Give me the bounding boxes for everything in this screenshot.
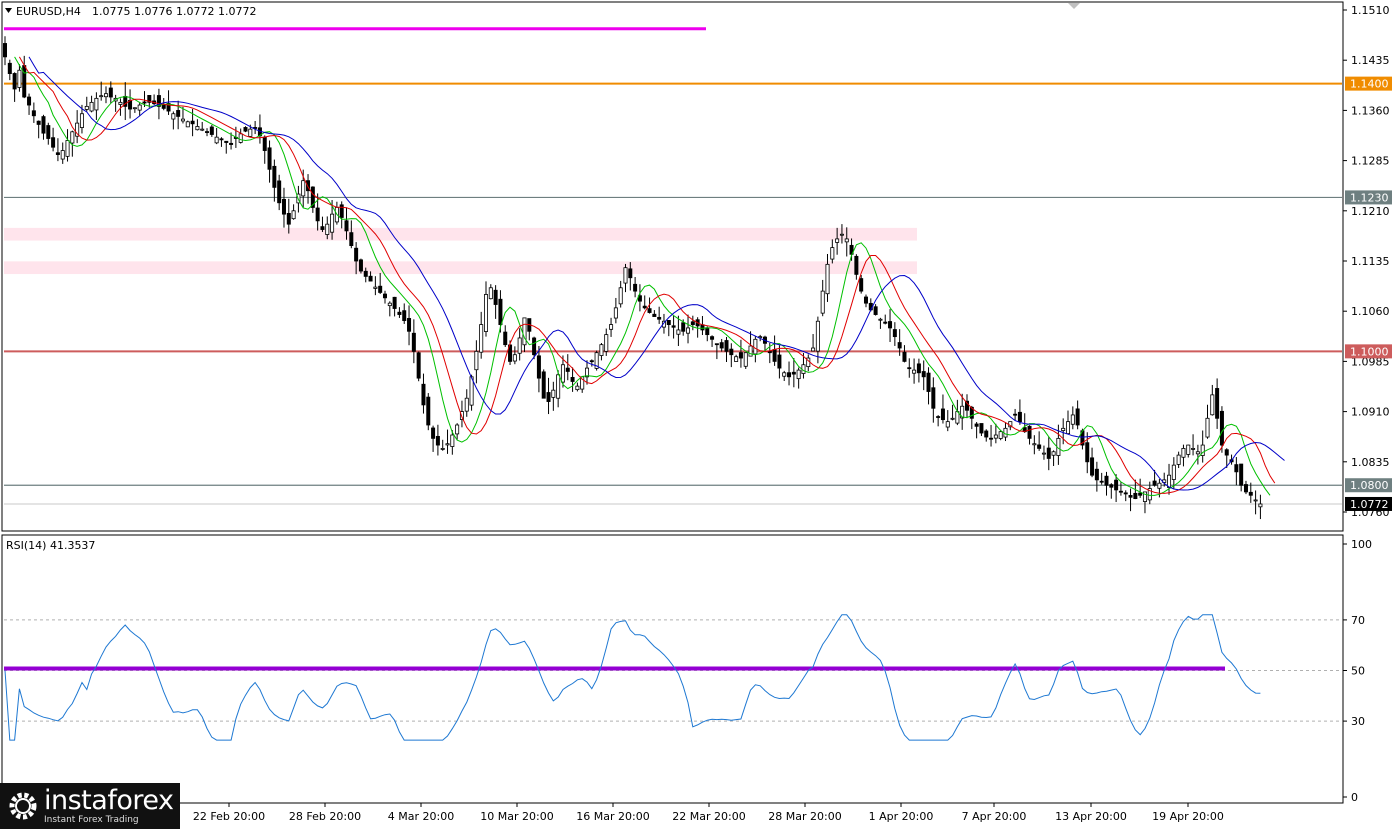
rsi-tick-label: 70 <box>1351 614 1365 627</box>
rsi-tick-label: 0 <box>1351 791 1358 804</box>
candle <box>185 120 190 128</box>
time-tick-label: 28 Feb 20:00 <box>289 810 361 823</box>
candle <box>594 350 599 371</box>
time-tick-label: 1 Apr 20:00 <box>869 810 934 823</box>
rsi-header: RSI(14) 41.3537 <box>6 539 95 552</box>
time-tick-label: 4 Mar 20:00 <box>388 810 454 823</box>
rsi-tick-label: 50 <box>1351 665 1365 678</box>
trading-chart[interactable]: 1.1510 1.1435 1.1360 1.1285 1.1210 1.1135 1.10… <box>0 0 1393 829</box>
price-tick-label: 1.1435 <box>1351 54 1390 67</box>
gear-logo-icon <box>9 792 37 820</box>
time-tick-label: 10 Mar 20:00 <box>480 810 553 823</box>
candle <box>743 352 748 369</box>
level-tag-label: 1.0800 <box>1350 479 1389 492</box>
time-tick-label: 7 Apr 20:00 <box>962 810 1027 823</box>
symbol-label: EURUSD,H4 <box>16 5 81 18</box>
current-price-label: 1.0772 <box>1350 498 1389 511</box>
rsi-tick-label: 100 <box>1351 538 1372 551</box>
logo-tagline: Instant Forex Trading <box>44 815 139 825</box>
price-tick-label: 1.1285 <box>1351 155 1390 168</box>
time-tick-label: 28 Mar 20:00 <box>768 810 841 823</box>
instaforex-logo: instaforex Instant Forex Trading <box>0 783 180 829</box>
price-tick-label: 1.1360 <box>1351 104 1390 117</box>
candle <box>541 369 546 399</box>
logo-brand: instaforex <box>44 785 174 816</box>
time-tick-label: 19 Apr 20:00 <box>1152 810 1224 823</box>
ohlc-label: 1.0775 1.0776 1.0772 1.0772 <box>92 5 256 18</box>
level-tag-label: 1.1000 <box>1350 345 1389 358</box>
time-tick-label: 22 Mar 20:00 <box>672 810 745 823</box>
chart-header: EURUSD,H4 1.0775 1.0776 1.0772 1.0772 <box>5 5 256 18</box>
price-tick-label: 1.0835 <box>1351 456 1390 469</box>
level-tag-label: 1.1230 <box>1350 191 1389 204</box>
price-tick-label: 1.1210 <box>1351 205 1390 218</box>
supply-zone-0 <box>4 227 917 241</box>
price-tick-label: 1.1135 <box>1351 255 1390 268</box>
time-tick-label: 16 Mar 20:00 <box>576 810 649 823</box>
time-tick-label: 22 Feb 20:00 <box>193 810 265 823</box>
supply-zone-1 <box>4 261 917 275</box>
candle <box>426 393 431 431</box>
rsi-tick-label: 30 <box>1351 715 1365 728</box>
time-tick-label: 13 Apr 20:00 <box>1055 810 1127 823</box>
price-tick-label: 1.1060 <box>1351 305 1390 318</box>
candle <box>243 126 248 133</box>
level-tag-label: 1.1400 <box>1350 78 1389 91</box>
candle <box>358 258 363 274</box>
price-tick-label: 1.1510 <box>1351 4 1390 17</box>
candle <box>416 351 421 382</box>
price-tick-label: 1.0910 <box>1351 406 1390 419</box>
